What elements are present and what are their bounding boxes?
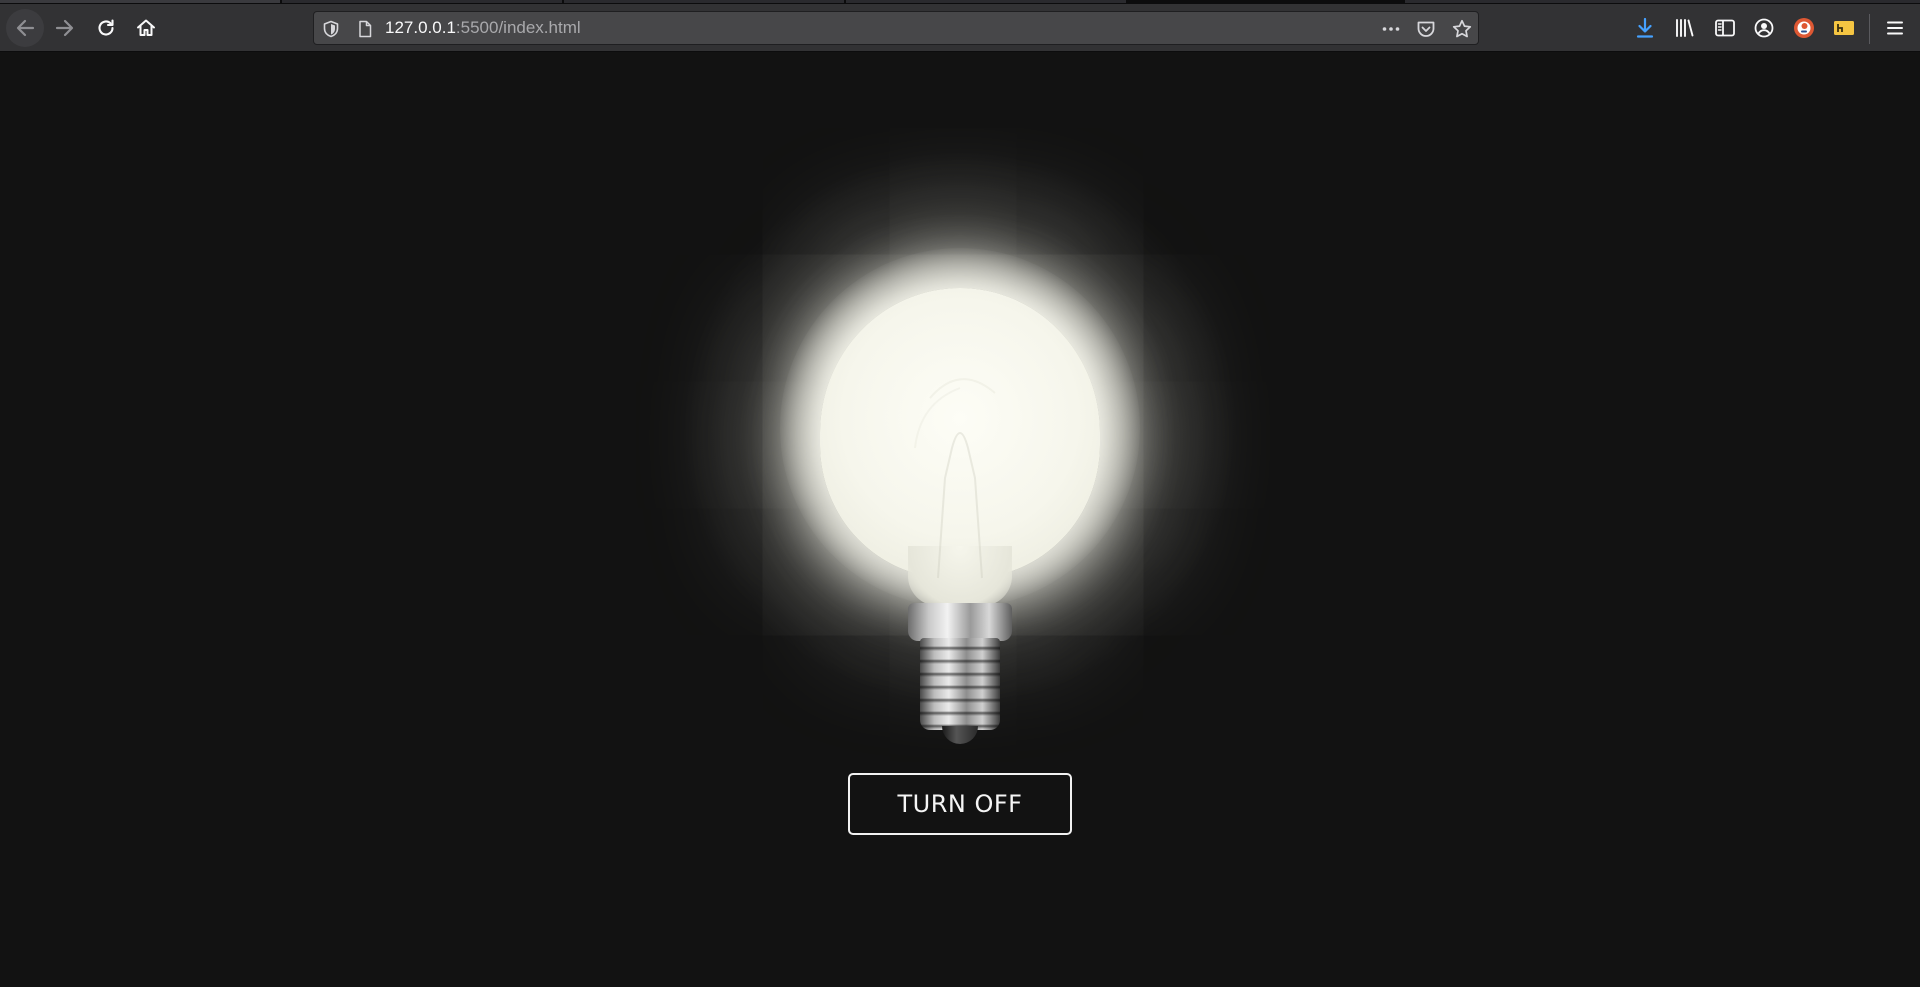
page-content: TURN OFF <box>0 53 1920 987</box>
back-button[interactable] <box>6 9 44 47</box>
forward-button[interactable] <box>48 11 82 45</box>
duckduckgo-icon <box>1793 17 1815 39</box>
tab[interactable] <box>846 0 1126 3</box>
sidebar-icon <box>1714 18 1736 38</box>
duckduckgo-button[interactable] <box>1787 11 1821 45</box>
star-icon[interactable] <box>1451 18 1473 40</box>
account-icon <box>1753 17 1775 39</box>
bulb-cap-collar <box>908 603 1012 641</box>
toolbar-separator <box>1869 14 1870 44</box>
downloads-button[interactable] <box>1628 11 1662 45</box>
library-icon <box>1674 18 1696 38</box>
shield-icon[interactable] <box>320 18 342 40</box>
arrow-right-icon <box>54 17 76 39</box>
url-text[interactable]: 127.0.0.1:5500/index.html <box>385 12 581 44</box>
tab[interactable] <box>282 0 562 3</box>
tab[interactable] <box>1405 0 1920 3</box>
url-path: :5500/index.html <box>455 18 581 37</box>
address-bar[interactable]: 127.0.0.1:5500/index.html <box>313 11 1479 45</box>
reload-icon <box>95 17 117 39</box>
extension-icon <box>1833 20 1855 36</box>
tab[interactable] <box>564 0 844 3</box>
home-icon <box>135 17 157 39</box>
hamburger-menu-icon <box>1885 19 1905 37</box>
bulb-screw-base <box>920 638 1000 730</box>
arrow-left-icon <box>14 17 36 39</box>
turn-off-button[interactable]: TURN OFF <box>848 773 1072 835</box>
url-host: 127.0.0.1 <box>385 18 456 37</box>
library-button[interactable] <box>1668 11 1702 45</box>
home-button[interactable] <box>129 11 163 45</box>
extension-button[interactable] <box>1827 11 1861 45</box>
browser-toolbar: 127.0.0.1:5500/index.html <box>0 4 1920 52</box>
page-icon[interactable] <box>354 18 376 40</box>
download-icon <box>1635 17 1655 39</box>
account-button[interactable] <box>1747 11 1781 45</box>
menu-button[interactable] <box>1878 11 1912 45</box>
tab[interactable] <box>0 0 280 3</box>
more-dots-icon[interactable] <box>1380 18 1402 40</box>
pocket-icon[interactable] <box>1415 18 1437 40</box>
sidebar-button[interactable] <box>1708 11 1742 45</box>
light-bulb <box>660 148 1260 768</box>
reload-button[interactable] <box>89 11 123 45</box>
